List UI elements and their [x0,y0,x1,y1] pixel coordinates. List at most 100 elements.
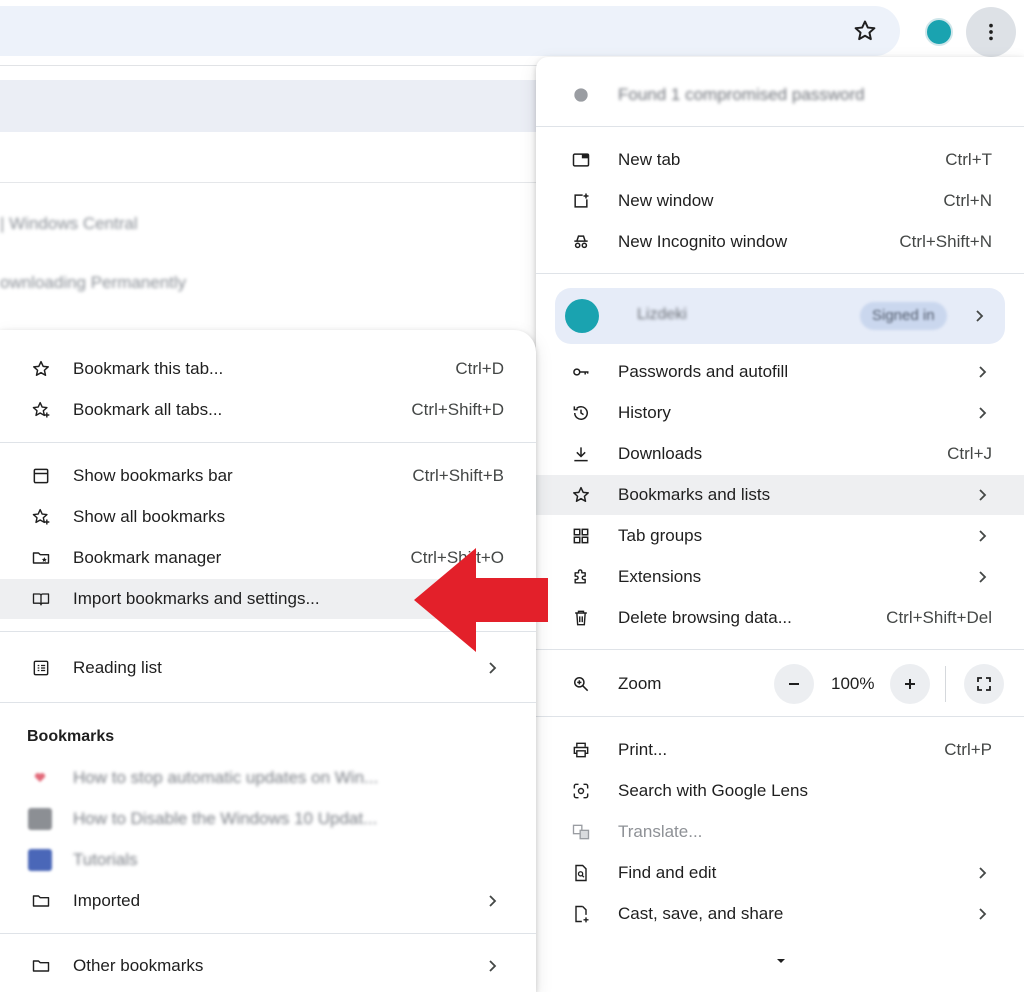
menu-item-find-and-edit[interactable]: Find and edit [536,853,1024,893]
menu-item-google-lens[interactable]: Search with Google Lens [536,771,1024,811]
menu-item-label: New tab [618,150,681,169]
chrome-menu-button[interactable] [966,7,1016,57]
zoom-out-button[interactable] [774,664,814,704]
bookmark-folder-imported[interactable]: Imported [0,881,536,921]
page-divider [0,182,540,183]
shortcut-label: Ctrl+Shift+B [412,466,504,485]
cast-save-icon [570,903,592,925]
chevron-right-icon [974,528,990,544]
menu-item-label: Passwords and autofill [618,362,789,381]
bookmark-label: Tutorials [73,850,138,869]
chrome-main-menu: Found 1 compromised password New tab Ctr… [536,57,1024,992]
bookmark-item[interactable]: How to Disable the Windows 10 Updat... [0,799,536,839]
password-notice-label: Found 1 compromised password [618,85,865,104]
menu-item-show-bookmarks-bar[interactable]: Show bookmarks bar Ctrl+Shift+B [0,456,536,496]
menu-item-cast-save-share[interactable]: Cast, save, and share [536,894,1024,934]
avatar [565,299,599,333]
shortcut-label: Ctrl+D [455,359,504,378]
bookmark-folder-other[interactable]: Other bookmarks [0,946,536,986]
shortcut-label: Ctrl+N [943,191,992,210]
menu-item-new-tab[interactable]: New tab Ctrl+T [536,140,1024,180]
bookmark-manager-icon [30,547,52,569]
shortcut-label: Ctrl+J [947,444,992,463]
menu-item-label: Reading list [73,658,162,677]
password-check-item[interactable]: Found 1 compromised password [536,75,1024,115]
menu-item-new-window[interactable]: New window Ctrl+N [536,181,1024,221]
menu-item-downloads[interactable]: Downloads Ctrl+J [536,434,1024,474]
menu-item-print[interactable]: Print... Ctrl+P [536,730,1024,770]
folder-label: Other bookmarks [73,956,204,975]
menu-item-translate[interactable]: Translate... [536,812,1024,852]
fullscreen-button[interactable] [964,664,1004,704]
history-icon [570,402,592,424]
chevron-right-icon [484,660,500,676]
scroll-down-arrow-icon[interactable] [774,954,788,968]
lens-icon [570,780,592,802]
menu-item-label: Bookmark this tab... [73,359,224,378]
menu-item-label: Bookmarks and lists [618,485,771,504]
chevron-right-icon [974,906,990,922]
signed-in-badge: Signed in [860,302,947,330]
menu-item-bookmarks-and-lists[interactable]: Bookmarks and lists [536,475,1024,515]
bookmark-star-icon[interactable] [852,18,878,44]
chevron-right-icon [974,405,990,421]
profile-name: Lizdeki [637,306,687,323]
menu-item-label: Delete browsing data... [618,608,792,627]
menu-item-show-all-bookmarks[interactable]: Show all bookmarks [0,497,536,537]
chevron-right-icon [974,487,990,503]
menu-item-extensions[interactable]: Extensions [536,557,1024,597]
menu-item-incognito[interactable]: New Incognito window Ctrl+Shift+N [536,222,1024,262]
bookmark-label: How to stop automatic updates on Win... [73,768,379,787]
separator [536,716,1024,717]
menu-item-label: History [618,403,671,422]
menu-item-reading-list[interactable]: Reading list [0,648,536,688]
separator [0,442,536,443]
menu-item-bookmark-this-tab[interactable]: Bookmark this tab... Ctrl+D [0,349,536,389]
menu-item-label: Show bookmarks bar [73,466,233,485]
favicon-icon [28,767,52,789]
page-text: | Windows Central [0,214,138,233]
chevron-right-icon [974,364,990,380]
menu-item-label: Tab groups [618,526,703,545]
folder-icon [30,955,52,977]
bookmarks-bar-icon [30,465,52,487]
menu-item-label: Find and edit [618,863,717,882]
trash-icon [570,607,592,629]
print-icon [570,739,592,761]
page-text: ownloading Permanently [0,273,187,292]
bookmark-item[interactable]: Tutorials [0,840,536,880]
separator [536,649,1024,650]
chevron-right-icon [484,893,500,909]
profile-avatar[interactable] [925,18,953,46]
find-page-icon [570,862,592,884]
menu-item-passwords[interactable]: Passwords and autofill [536,352,1024,392]
menu-item-label: Import bookmarks and settings... [73,589,320,608]
folder-icon [30,890,52,912]
bookmark-item[interactable]: How to stop automatic updates on Win... [0,758,536,798]
separator [536,273,1024,274]
menu-item-history[interactable]: History [536,393,1024,433]
plus-icon [905,679,915,689]
menu-item-tab-groups[interactable]: Tab groups [536,516,1024,556]
download-icon [570,443,592,465]
puzzle-icon [570,566,592,588]
shortcut-label: Ctrl+Shift+N [899,232,992,251]
folder-label: Imported [73,891,141,910]
menu-item-delete-browsing-data[interactable]: Delete browsing data... Ctrl+Shift+Del [536,598,1024,638]
bookmark-label: How to Disable the Windows 10 Updat... [73,809,378,828]
menu-item-label: Bookmark manager [73,548,222,567]
shortcut-label: Ctrl+Shift+Del [886,608,992,627]
password-check-icon [570,84,592,106]
key-icon [570,361,592,383]
zoom-in-button[interactable] [890,664,930,704]
chevron-right-icon [484,958,500,974]
address-bar[interactable] [0,6,900,56]
profile-row[interactable]: Lizdeki Signed in [555,288,1005,344]
chevron-right-icon [974,865,990,881]
chevron-right-icon [974,569,990,585]
page-highlight-row [0,80,540,132]
star-icon [570,484,592,506]
menu-item-bookmark-all-tabs[interactable]: Bookmark all tabs... Ctrl+Shift+D [0,390,536,430]
menu-item-label: Translate... [618,822,703,841]
reading-list-icon [30,657,52,679]
